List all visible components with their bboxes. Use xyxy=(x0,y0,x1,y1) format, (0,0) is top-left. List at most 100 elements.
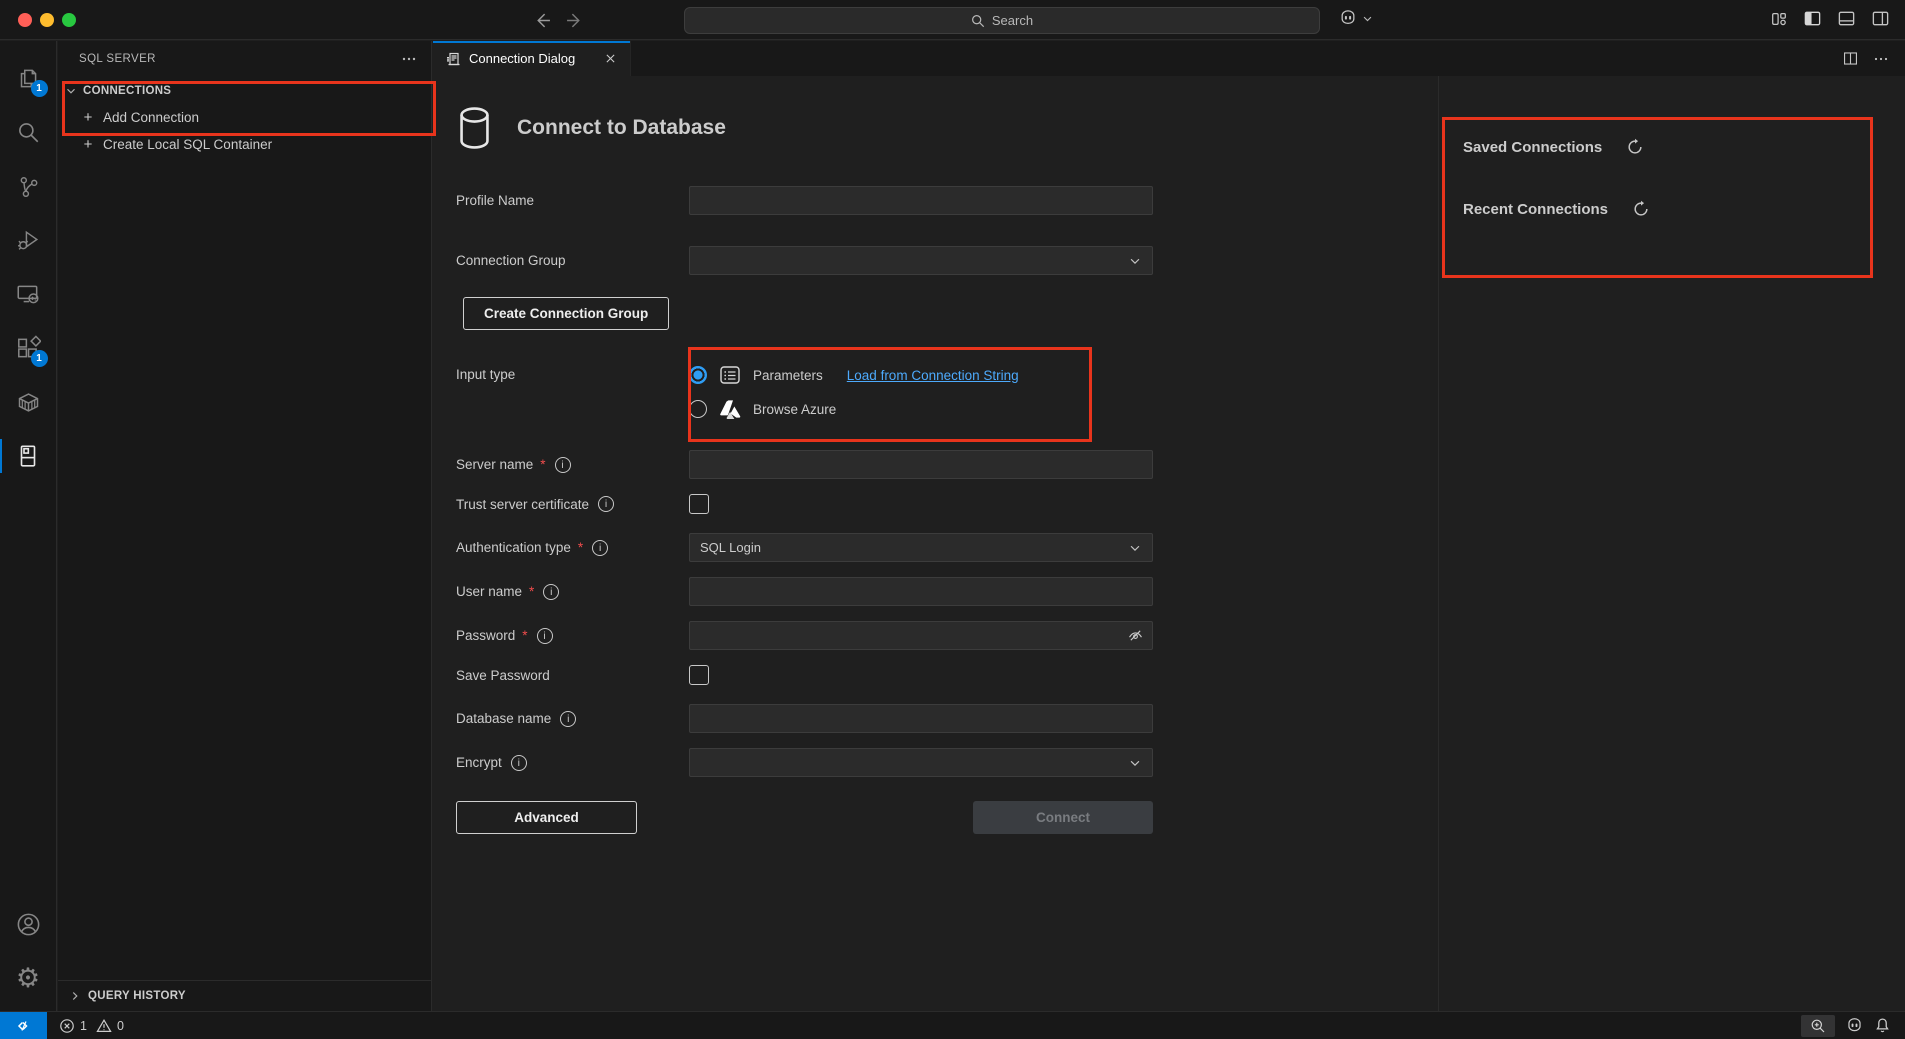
tab-label: Connection Dialog xyxy=(469,51,575,66)
toggle-panel-icon[interactable] xyxy=(1836,8,1857,29)
activity-sql-server[interactable] xyxy=(0,429,57,483)
query-history-section-header[interactable]: QUERY HISTORY xyxy=(58,980,431,1011)
warning-count: 0 xyxy=(117,1019,124,1033)
activity-extensions[interactable]: 1 xyxy=(0,321,57,375)
connection-group-dropdown[interactable] xyxy=(689,246,1153,275)
info-icon[interactable]: i xyxy=(598,496,614,512)
toggle-primary-sidebar-icon[interactable] xyxy=(1802,8,1823,29)
page-title: Connect to Database xyxy=(517,116,726,140)
info-icon[interactable]: i xyxy=(543,584,559,600)
create-local-sql-container-item[interactable]: + Create Local SQL Container xyxy=(58,131,431,158)
info-icon[interactable]: i xyxy=(511,755,527,771)
saved-connections-title: Saved Connections xyxy=(1463,139,1602,156)
required-marker: * xyxy=(529,584,534,599)
chevron-down-icon xyxy=(1362,13,1373,24)
close-icon[interactable] xyxy=(600,49,620,69)
input-type-label: Input type xyxy=(456,367,515,382)
activity-explorer[interactable]: 1 xyxy=(0,51,57,105)
activity-search[interactable] xyxy=(0,105,57,159)
parameters-icon xyxy=(719,365,741,385)
user-name-label: User name xyxy=(456,584,522,599)
title-bar: Search xyxy=(0,0,1905,40)
info-icon[interactable]: i xyxy=(555,457,571,473)
add-connection-item[interactable]: + Add Connection xyxy=(58,104,431,131)
toggle-password-visibility-icon[interactable] xyxy=(1127,627,1144,644)
copilot-menu-button[interactable] xyxy=(1338,8,1373,28)
database-name-input[interactable] xyxy=(689,704,1153,733)
encrypt-dropdown[interactable] xyxy=(689,748,1153,777)
profile-name-input[interactable] xyxy=(689,186,1153,215)
info-icon[interactable]: i xyxy=(537,628,553,644)
search-placeholder: Search xyxy=(992,13,1033,28)
search-icon xyxy=(971,14,985,28)
chevron-right-icon xyxy=(68,989,82,1003)
trust-server-certificate-checkbox[interactable] xyxy=(689,494,709,514)
refresh-icon[interactable] xyxy=(1626,138,1644,156)
activity-run-debug[interactable] xyxy=(0,213,57,267)
zoom-status-button[interactable] xyxy=(1801,1015,1835,1037)
server-name-input[interactable] xyxy=(689,450,1153,479)
copilot-status-icon[interactable] xyxy=(1845,1016,1864,1035)
sql-server-icon xyxy=(15,443,41,469)
error-count: 1 xyxy=(80,1019,87,1033)
remote-indicator[interactable] xyxy=(0,1012,47,1039)
notifications-bell-icon[interactable] xyxy=(1874,1017,1891,1034)
required-marker: * xyxy=(578,540,583,555)
info-icon[interactable]: i xyxy=(592,540,608,556)
chevron-down-icon xyxy=(1128,756,1142,770)
primary-sidebar: SQL SERVER CONNECTIONS + Add Connection … xyxy=(58,41,432,1011)
navigate-forward-icon[interactable] xyxy=(562,8,586,32)
create-connection-group-button[interactable]: Create Connection Group xyxy=(463,297,669,330)
extensions-badge: 1 xyxy=(31,350,48,367)
add-icon: + xyxy=(82,136,94,153)
close-window-button[interactable] xyxy=(18,13,32,27)
warning-icon xyxy=(96,1018,112,1034)
password-label: Password xyxy=(456,628,515,643)
advanced-button[interactable]: Advanced xyxy=(456,801,637,834)
split-editor-icon[interactable] xyxy=(1842,50,1859,67)
browse-azure-radio[interactable] xyxy=(689,400,707,418)
tab-connection-dialog[interactable]: Connection Dialog xyxy=(433,41,631,76)
connections-pane: Saved Connections Recent Connections xyxy=(1439,76,1905,1011)
required-marker: * xyxy=(522,628,527,643)
parameters-option-label[interactable]: Parameters xyxy=(753,368,823,383)
navigate-back-icon[interactable] xyxy=(530,8,554,32)
more-actions-icon[interactable] xyxy=(401,51,417,67)
browse-azure-option-label[interactable]: Browse Azure xyxy=(753,402,836,417)
gear-icon: ⚙ xyxy=(16,965,40,992)
add-icon: + xyxy=(82,109,94,126)
minimize-window-button[interactable] xyxy=(40,13,54,27)
more-actions-icon[interactable] xyxy=(1873,51,1889,67)
zoom-window-button[interactable] xyxy=(62,13,76,27)
tab-bar: Connection Dialog xyxy=(433,41,1905,76)
load-from-connection-string-link[interactable]: Load from Connection String xyxy=(847,368,1019,383)
error-icon xyxy=(59,1018,75,1034)
activity-remote-explorer[interactable] xyxy=(0,267,57,321)
database-name-label: Database name xyxy=(456,711,551,726)
source-control-icon xyxy=(16,174,41,199)
password-input[interactable] xyxy=(689,621,1153,650)
toggle-secondary-sidebar-icon[interactable] xyxy=(1870,8,1891,29)
problems-indicator[interactable]: 1 0 xyxy=(59,1018,124,1034)
settings-button[interactable]: ⚙ xyxy=(0,951,57,1005)
info-icon[interactable]: i xyxy=(560,711,576,727)
save-password-label: Save Password xyxy=(456,668,550,683)
command-center-search[interactable]: Search xyxy=(684,7,1320,34)
chevron-down-icon xyxy=(64,84,78,98)
container-icon xyxy=(15,389,42,416)
accounts-button[interactable] xyxy=(0,897,57,951)
refresh-icon[interactable] xyxy=(1632,200,1650,218)
user-name-input[interactable] xyxy=(689,577,1153,606)
profile-name-label: Profile Name xyxy=(456,193,534,208)
connect-button[interactable]: Connect xyxy=(973,801,1153,834)
chevron-down-icon xyxy=(1128,541,1142,555)
save-password-checkbox[interactable] xyxy=(689,665,709,685)
activity-source-control[interactable] xyxy=(0,159,57,213)
vscode-window: Search xyxy=(0,0,1905,1039)
parameters-radio[interactable] xyxy=(689,366,707,384)
connections-section-header[interactable]: CONNECTIONS xyxy=(58,77,431,104)
authentication-type-dropdown[interactable]: SQL Login xyxy=(689,533,1153,562)
copilot-icon xyxy=(1338,8,1358,28)
customize-layout-icon[interactable] xyxy=(1768,8,1789,29)
activity-containers[interactable] xyxy=(0,375,57,429)
